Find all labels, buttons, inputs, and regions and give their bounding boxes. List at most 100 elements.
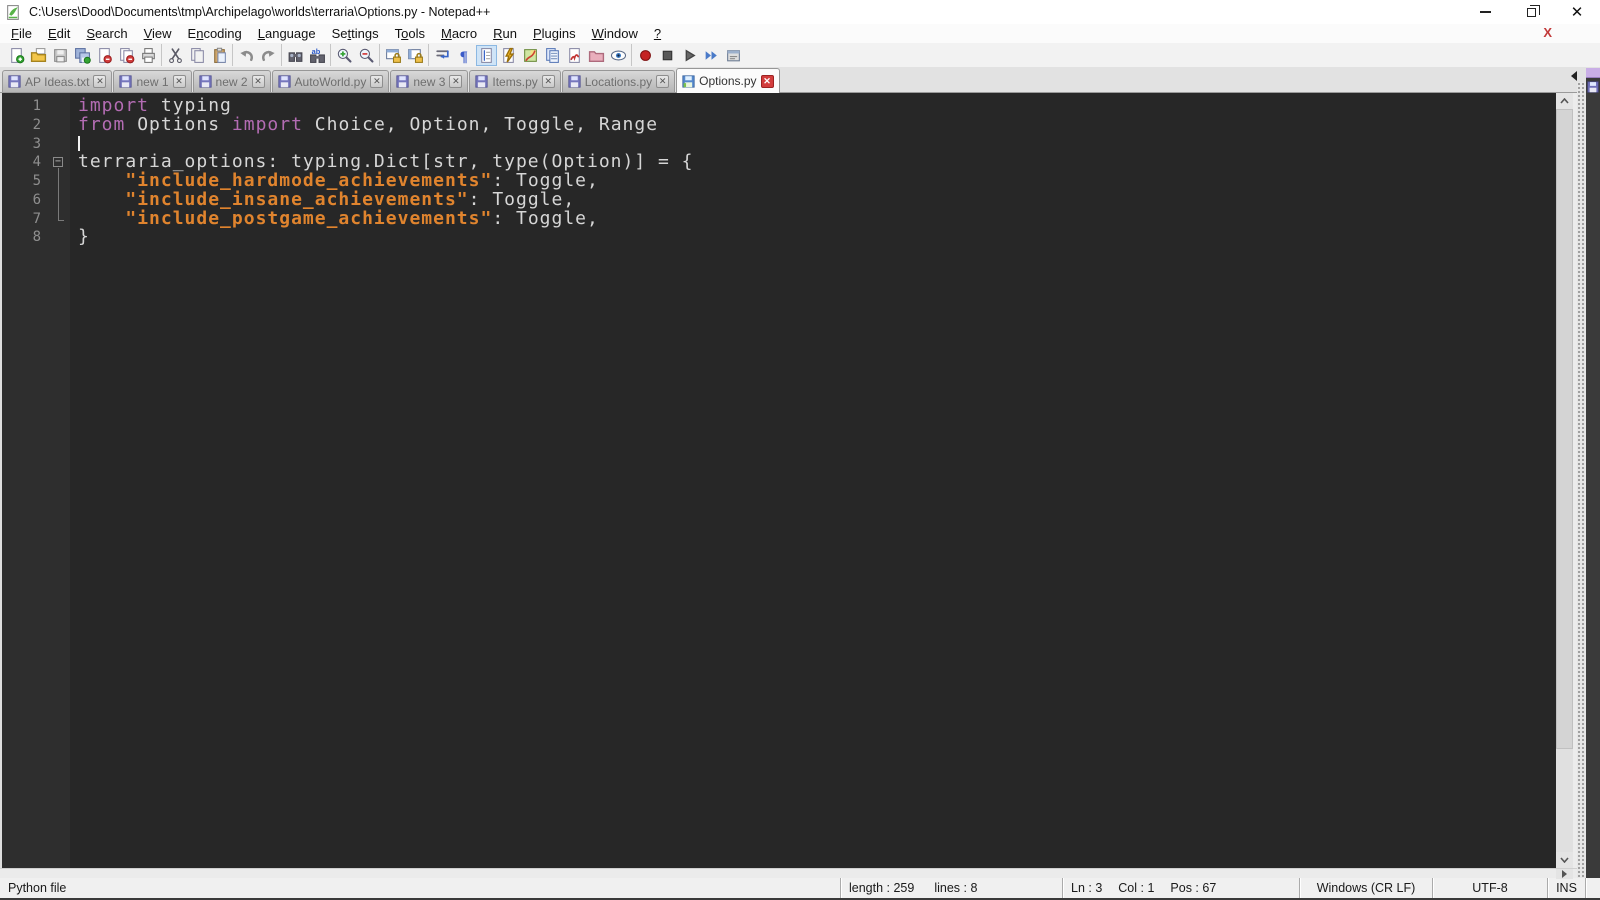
tab-close-icon[interactable]: ✕ bbox=[760, 74, 774, 88]
replace-button[interactable]: ab bbox=[307, 45, 328, 66]
macro-run-multiple-button[interactable] bbox=[701, 45, 722, 66]
tab-new-1[interactable]: new 1 ✕ bbox=[113, 70, 192, 92]
svg-text:ab: ab bbox=[311, 47, 320, 56]
line-number: 1 bbox=[32, 98, 41, 114]
menu-help[interactable]: ? bbox=[646, 25, 669, 42]
function-list-button[interactable] bbox=[564, 45, 585, 66]
tab-items-py[interactable]: Items.py ✕ bbox=[469, 70, 561, 92]
menu-tools[interactable]: Tools bbox=[387, 25, 433, 42]
line-number: 5 bbox=[32, 173, 41, 189]
save-all-icon bbox=[74, 47, 91, 64]
tab-close-icon[interactable]: ✕ bbox=[541, 75, 555, 88]
save-all-button[interactable] bbox=[72, 45, 93, 66]
menu-search[interactable]: Search bbox=[78, 25, 135, 42]
vertical-scrollbar-track[interactable] bbox=[1556, 749, 1573, 852]
tab-new-3[interactable]: new 3 ✕ bbox=[390, 70, 469, 92]
menu-window[interactable]: Window bbox=[584, 25, 646, 42]
minimize-button[interactable] bbox=[1462, 0, 1508, 24]
monitoring-icon bbox=[610, 50, 626, 60]
tab-locations-py[interactable]: Locations.py ✕ bbox=[561, 70, 676, 92]
tab-close-icon[interactable]: ✕ bbox=[656, 75, 670, 88]
document-map-button[interactable] bbox=[520, 45, 541, 66]
zoom-out-icon bbox=[359, 48, 374, 63]
menu-macro[interactable]: Macro bbox=[433, 25, 485, 42]
menu-language[interactable]: Language bbox=[250, 25, 324, 42]
save-button[interactable] bbox=[50, 45, 71, 66]
menu-view[interactable]: View bbox=[136, 25, 180, 42]
copy-icon bbox=[190, 47, 204, 63]
redo-button[interactable] bbox=[258, 45, 279, 66]
undo-button[interactable] bbox=[236, 45, 257, 66]
tab-label: Items.py bbox=[492, 74, 538, 89]
tab-close-icon[interactable]: ✕ bbox=[251, 75, 265, 88]
close-button[interactable] bbox=[94, 45, 115, 66]
show-indent-guide-button[interactable] bbox=[475, 44, 497, 66]
macro-stop-button[interactable] bbox=[657, 45, 678, 66]
vertical-scrollbar[interactable] bbox=[1556, 93, 1573, 868]
code-line-7[interactable]: 7 "include_postgame_achievements": Toggl… bbox=[2, 209, 1556, 229]
print-button[interactable] bbox=[138, 45, 159, 66]
macro-stop-icon bbox=[662, 50, 672, 60]
macro-play-icon bbox=[685, 48, 696, 62]
toolbar-group bbox=[631, 44, 746, 66]
cut-button[interactable] bbox=[165, 45, 186, 66]
menu-encoding[interactable]: Encoding bbox=[180, 25, 250, 42]
close-all-button[interactable] bbox=[116, 45, 137, 66]
menu-file[interactable]: File bbox=[3, 25, 40, 42]
show-all-characters-icon: ¶ bbox=[459, 48, 467, 63]
tab-options-py[interactable]: Options.py ✕ bbox=[676, 68, 780, 93]
sync-horizontal-scroll-button[interactable] bbox=[405, 45, 426, 66]
sync-vertical-scroll-button[interactable] bbox=[383, 45, 404, 66]
monitoring-button[interactable] bbox=[608, 45, 629, 66]
menu-close-document-button[interactable]: X bbox=[1537, 24, 1558, 41]
fold-open-marker[interactable]: − bbox=[53, 157, 63, 168]
scroll-right-button[interactable] bbox=[1556, 869, 1573, 879]
zoom-out-button[interactable] bbox=[356, 45, 377, 66]
window-title: C:\Users\Dood\Documents\tmp\Archipelago\… bbox=[29, 5, 491, 19]
close-button[interactable]: ✕ bbox=[1554, 0, 1600, 24]
paste-button[interactable] bbox=[209, 45, 230, 66]
tab-close-icon[interactable]: ✕ bbox=[449, 75, 463, 88]
scroll-down-button[interactable] bbox=[1556, 852, 1573, 868]
fold-margin bbox=[48, 172, 70, 191]
menu-plugins[interactable]: Plugins bbox=[525, 25, 584, 42]
copy-button[interactable] bbox=[187, 45, 208, 66]
vertical-scrollbar-thumb[interactable] bbox=[1556, 109, 1573, 749]
saved-file-icon bbox=[198, 75, 212, 88]
tab-label: Locations.py bbox=[584, 74, 653, 89]
macro-play-button[interactable] bbox=[679, 45, 700, 66]
new-file-button[interactable] bbox=[6, 45, 27, 66]
menu-settings[interactable]: Settings bbox=[324, 25, 387, 42]
tab-bar: AP Ideas.txt ✕ new 1 ✕ new 2 ✕ AutoWorld.py ✕ ne… bbox=[0, 67, 1600, 93]
code-editor[interactable]: 1 import typing 2 from Options import Choic… bbox=[0, 93, 1556, 868]
document-list-button[interactable] bbox=[542, 45, 563, 66]
tab-new-2[interactable]: new 2 ✕ bbox=[192, 70, 271, 92]
word-wrap-button[interactable] bbox=[432, 45, 453, 66]
menu-edit[interactable]: Edit bbox=[40, 25, 78, 42]
show-all-characters-button[interactable]: ¶ bbox=[454, 45, 475, 66]
restore-button[interactable] bbox=[1508, 0, 1554, 24]
code-line-2[interactable]: 2 from Options import Choice, Option, Tog… bbox=[2, 115, 1556, 135]
tab-close-icon[interactable]: ✕ bbox=[93, 75, 107, 88]
horizontal-scrollbar[interactable] bbox=[0, 868, 1600, 879]
macro-save-button[interactable] bbox=[723, 45, 744, 66]
find-button[interactable] bbox=[285, 45, 306, 66]
fold-margin bbox=[48, 116, 70, 135]
menu-run[interactable]: Run bbox=[485, 25, 525, 42]
code-line-8[interactable]: 8} bbox=[2, 227, 1556, 247]
macro-record-button[interactable] bbox=[635, 45, 656, 66]
show-indent-guide-icon bbox=[480, 47, 492, 63]
open-file-button[interactable] bbox=[28, 45, 49, 66]
fold-margin bbox=[48, 97, 70, 116]
arrow-right-icon bbox=[1562, 870, 1567, 878]
toolbar-group bbox=[232, 44, 281, 66]
define-language-button[interactable] bbox=[498, 45, 519, 66]
tab-ap-ideas-txt[interactable]: AP Ideas.txt ✕ bbox=[2, 70, 113, 92]
scroll-up-button[interactable] bbox=[1556, 93, 1573, 109]
zoom-in-button[interactable] bbox=[334, 45, 355, 66]
folder-as-workspace-button[interactable] bbox=[586, 45, 607, 66]
tab-close-icon[interactable]: ✕ bbox=[370, 75, 384, 88]
tab-close-icon[interactable]: ✕ bbox=[172, 75, 186, 88]
status-insert-mode[interactable]: INS bbox=[1547, 878, 1585, 898]
tab-autoworld-py[interactable]: AutoWorld.py ✕ bbox=[271, 70, 390, 92]
